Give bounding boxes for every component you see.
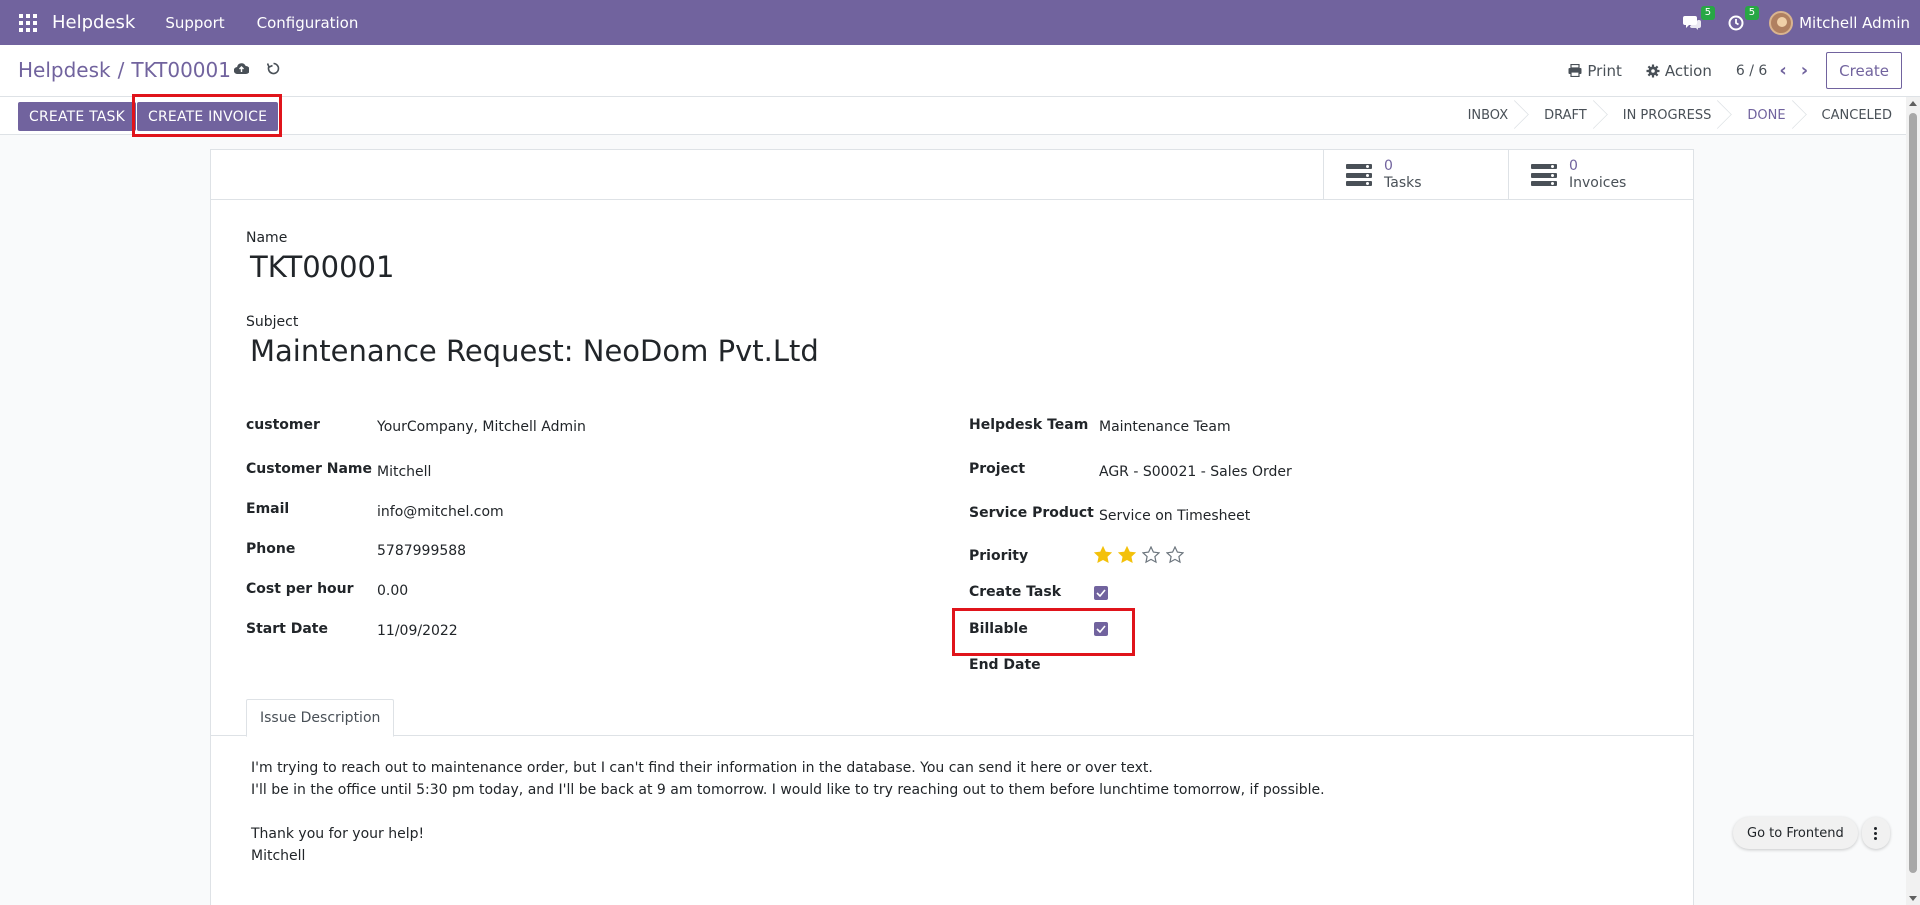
priority-star-1-icon[interactable] — [1094, 546, 1112, 564]
helpdesk-team-label: Helpdesk Team — [969, 417, 1089, 433]
tasks-icon — [1346, 164, 1372, 186]
tab-issue-description[interactable]: Issue Description — [246, 699, 395, 737]
description-line: Mitchell — [251, 848, 306, 864]
project-field[interactable]: AGR - S00021 - Sales Order — [1099, 464, 1292, 480]
customer-name-field[interactable]: Mitchell — [377, 464, 431, 480]
email-field[interactable]: info@mitchel.com — [377, 504, 504, 520]
billable-highlight — [952, 608, 1135, 656]
description-line: I'm trying to reach out to maintenance o… — [251, 760, 1153, 776]
invoices-label: Invoices — [1569, 175, 1627, 191]
helpdesk-team-field[interactable]: Maintenance Team — [1099, 419, 1231, 435]
notebook-tabs: Issue Description — [211, 699, 1693, 737]
activities-button[interactable]: 5 — [1725, 5, 1760, 34]
action-label: Action — [1664, 61, 1712, 80]
app-brand[interactable]: Helpdesk — [52, 12, 135, 33]
scroll-up-icon[interactable] — [1909, 101, 1917, 106]
page-scrollbar[interactable] — [1906, 97, 1920, 905]
form-sheet: 0 Tasks 0 Invoices Name TKT00001 Subject… — [210, 149, 1694, 905]
stage-in-progress[interactable]: IN PROGRESS — [1601, 97, 1726, 134]
pager-value[interactable]: 6 / 6 — [1736, 63, 1767, 79]
priority-star-2-icon[interactable] — [1118, 546, 1136, 564]
messages-count-badge: 5 — [1700, 5, 1716, 20]
invoices-smart-button[interactable]: 0 Invoices — [1508, 150, 1694, 200]
pager-previous-icon[interactable]: ‹ — [1779, 60, 1786, 81]
service-product-field[interactable]: Service on Timesheet — [1099, 508, 1250, 524]
create-invoice-highlight — [132, 94, 282, 137]
print-label: Print — [1587, 61, 1622, 80]
smart-button-box: 0 Tasks 0 Invoices — [211, 150, 1693, 200]
priority-star-4-icon[interactable] — [1166, 546, 1184, 564]
messages-button[interactable]: 5 — [1681, 5, 1716, 34]
create-task-checkbox[interactable] — [1094, 586, 1108, 600]
tasks-smart-button[interactable]: 0 Tasks — [1323, 150, 1509, 200]
stage-draft[interactable]: DRAFT — [1522, 97, 1601, 134]
create-task-button[interactable]: CREATE TASK — [18, 102, 136, 131]
cost-per-hour-label: Cost per hour — [246, 581, 354, 597]
discard-icon[interactable] — [267, 62, 280, 75]
print-icon — [1568, 64, 1582, 77]
service-product-label: Service Product — [969, 505, 1094, 521]
statusbar: CREATE TASK CREATE INVOICE INBOX DRAFT I… — [0, 97, 1906, 135]
go-to-frontend-button[interactable]: Go to Frontend — [1733, 817, 1858, 849]
start-date-field[interactable]: 11/09/2022 — [377, 623, 458, 639]
customer-label: customer — [246, 417, 320, 433]
user-avatar[interactable] — [1769, 10, 1794, 35]
email-label: Email — [246, 501, 290, 517]
invoices-icon — [1531, 164, 1557, 186]
subject-field[interactable]: Maintenance Request: NeoDom Pvt.Ltd — [250, 334, 819, 368]
tasks-count: 0 — [1384, 158, 1393, 174]
invoices-count: 0 — [1569, 158, 1578, 174]
pager-next-icon[interactable]: › — [1801, 60, 1808, 81]
stage-inbox[interactable]: INBOX — [1446, 97, 1523, 134]
top-navbar: Helpdesk Support Configuration 5 5 Mitch… — [0, 0, 1920, 45]
description-line: I'll be in the office until 5:30 pm toda… — [251, 782, 1325, 798]
menu-support[interactable]: Support — [165, 14, 224, 32]
create-button[interactable]: Create — [1826, 52, 1902, 89]
subject-label: Subject — [246, 314, 299, 330]
chat-icon — [1683, 15, 1702, 30]
stage-canceled[interactable]: CANCELED — [1800, 97, 1906, 134]
tasks-label: Tasks — [1384, 175, 1422, 191]
clock-icon — [1728, 15, 1744, 30]
priority-label: Priority — [969, 548, 1029, 564]
cloud-upload-icon[interactable] — [234, 63, 249, 74]
menu-configuration[interactable]: Configuration — [257, 14, 359, 32]
action-button[interactable]: Action — [1646, 62, 1712, 80]
scroll-down-icon[interactable] — [1909, 896, 1917, 901]
breadcrumb-root[interactable]: Helpdesk — [18, 58, 111, 82]
priority-stars — [1094, 546, 1190, 564]
start-date-label: Start Date — [246, 621, 328, 637]
print-button[interactable]: Print — [1568, 62, 1622, 80]
name-field[interactable]: TKT00001 — [250, 250, 394, 284]
breadcrumb-separator: / — [117, 58, 125, 82]
user-menu[interactable]: Mitchell Admin — [1799, 14, 1910, 32]
customer-name-label: Customer Name — [246, 461, 372, 477]
systray: 5 5 Mitchell Admin — [1681, 0, 1910, 45]
control-panel: Helpdesk / TKT00001 Print Action 6 / 6 ‹… — [0, 45, 1920, 97]
name-label: Name — [246, 230, 288, 246]
apps-menu-icon[interactable] — [19, 13, 37, 32]
frontend-controls: Go to Frontend — [1733, 817, 1890, 849]
phone-field[interactable]: 5787999588 — [377, 543, 466, 559]
create-task-label: Create Task — [969, 584, 1062, 600]
priority-star-3-icon[interactable] — [1142, 546, 1160, 564]
checkmark-icon — [1096, 589, 1106, 597]
cost-per-hour-field[interactable]: 0.00 — [377, 583, 408, 599]
project-label: Project — [969, 461, 1026, 477]
control-panel-actions: Print Action 6 / 6 ‹ › Create — [1568, 52, 1902, 89]
customer-field[interactable]: YourCompany, Mitchell Admin — [377, 419, 586, 435]
end-date-label: End Date — [969, 657, 1041, 673]
activities-count-badge: 5 — [1744, 5, 1760, 20]
breadcrumb-current: TKT00001 — [131, 58, 231, 82]
breadcrumb: Helpdesk / TKT00001 — [18, 58, 231, 82]
scroll-thumb[interactable] — [1909, 113, 1917, 873]
stage-done[interactable]: DONE — [1725, 97, 1799, 134]
kebab-menu-icon[interactable] — [1861, 817, 1890, 849]
description-line: Thank you for your help! — [251, 826, 425, 842]
stage-pipeline: INBOX DRAFT IN PROGRESS DONE CANCELED — [1446, 97, 1906, 134]
gear-icon — [1646, 64, 1660, 77]
phone-label: Phone — [246, 541, 296, 557]
